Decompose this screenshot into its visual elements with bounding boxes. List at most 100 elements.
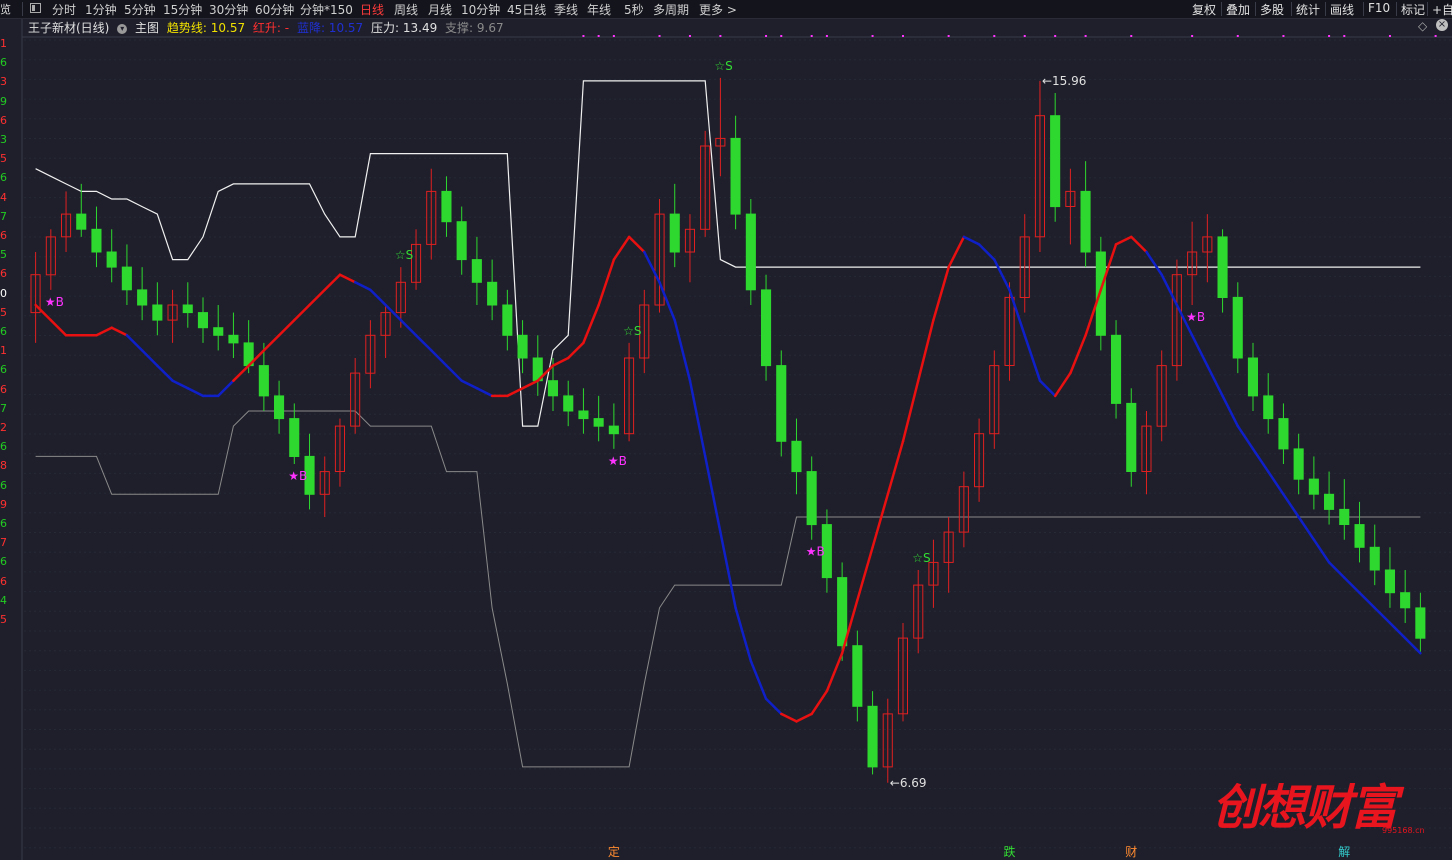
blue-fall-value: 蓝降: 10.57 (296, 21, 364, 35)
period-tab[interactable]: 年线 (587, 1, 611, 18)
trend-line-segment (399, 318, 418, 337)
trend-line-segment (810, 689, 829, 716)
candle-body (121, 266, 132, 291)
support-line (35, 410, 1421, 768)
axis-label: 5 (0, 613, 7, 626)
buy-signal-label: ★B (1186, 310, 1205, 324)
candle-body (1324, 493, 1335, 510)
period-tab[interactable]: 5秒 (624, 1, 644, 18)
overview-icon[interactable]: 览 (0, 1, 14, 16)
top-marker (1023, 35, 1026, 37)
top-marker (1236, 35, 1239, 37)
candle-body (182, 304, 193, 314)
watermark-text: 创想财富 (1212, 780, 1398, 836)
trend-line-segment (1282, 493, 1300, 519)
sell-signal-label: ☆S (714, 59, 732, 73)
toolbar-right-item[interactable]: 标记 (1401, 1, 1425, 18)
candle-body (274, 395, 285, 420)
trend-line-segment (1343, 576, 1361, 594)
trend-line-segment (430, 349, 448, 367)
period-tab[interactable]: 季线 (554, 1, 578, 18)
toolbar-right-item[interactable]: F10 (1368, 1, 1390, 15)
trend-line-segment (749, 659, 768, 700)
toolbar-right-item[interactable]: 复权 (1192, 1, 1216, 18)
stock-title: 王子新材(日线) (28, 21, 110, 35)
period-tab[interactable]: 周线 (394, 1, 418, 18)
trend-line-segment (734, 606, 753, 663)
period-tab[interactable]: 5分钟 (124, 1, 156, 18)
close-icon[interactable]: × (1436, 19, 1448, 31)
bottom-tag: 跌 (1004, 844, 1016, 859)
trend-line-segment (308, 288, 326, 307)
diamond-icon[interactable]: ◇ (1418, 19, 1427, 33)
sell-signal-label: ☆S (395, 248, 413, 262)
trend-line-segment (369, 288, 387, 307)
trend-line-segment (719, 530, 737, 610)
axis-label: 0 (0, 286, 7, 300)
trend-line-segment (1373, 606, 1392, 625)
top-marker (810, 35, 813, 37)
axis-label: 5 (0, 152, 7, 166)
candle-body (471, 259, 482, 283)
main-chart-label[interactable]: 主图 (135, 21, 159, 35)
toolbar-separator (1427, 2, 1428, 16)
top-marker (947, 35, 950, 37)
candle-body (761, 289, 772, 367)
period-tab[interactable]: 15分钟 (163, 1, 202, 18)
candlestick-chart[interactable]: ★B ★B ★B ★B ★B ☆S ☆S ☆S ☆S ←15.96 ←6.69 定 跌 财 解 (0, 0, 1452, 860)
period-tab[interactable]: 更多 > (699, 1, 737, 18)
period-tab[interactable]: 1分钟 (85, 1, 117, 18)
period-tab[interactable]: 分时 (52, 1, 76, 18)
top-marker (597, 35, 600, 37)
trend-line-segment (1206, 364, 1224, 398)
top-marker (1388, 35, 1391, 37)
period-tab[interactable]: 30分钟 (209, 1, 248, 18)
buy-signal-label: ★B (45, 295, 64, 309)
trend-line-segment (1403, 636, 1422, 655)
trend-line-segment (1130, 235, 1148, 254)
axis-label: 7 (0, 209, 7, 223)
trend-line-segment (643, 250, 661, 284)
period-tab[interactable]: 10分钟 (461, 1, 500, 18)
candle-body (197, 312, 208, 329)
price-annotation: ←15.96 (1042, 74, 1086, 88)
candle-body (1263, 395, 1274, 420)
candle-body (669, 213, 680, 253)
period-tab[interactable]: 分钟*150 (300, 1, 353, 18)
period-tab[interactable]: 日线 (360, 1, 384, 18)
top-marker (993, 35, 996, 37)
axis-label: 6 (0, 325, 7, 338)
candle-body (258, 365, 269, 397)
candle-body (1293, 448, 1304, 480)
sidebar-toggle-icon[interactable] (30, 3, 41, 13)
toolbar-separator (22, 2, 23, 16)
trend-line-segment (414, 334, 433, 352)
toolbar-right-item[interactable]: 叠加 (1226, 1, 1250, 18)
trend-line-segment (1266, 470, 1285, 496)
period-tab[interactable]: 月线 (428, 1, 452, 18)
candle-body (91, 228, 102, 253)
trend-line-segment (673, 318, 692, 382)
toolbar-right-item[interactable]: +自 (1432, 1, 1452, 18)
trend-line-segment (521, 379, 540, 390)
top-marker (1054, 35, 1057, 37)
toolbar-right-item[interactable]: 多股 (1260, 1, 1284, 18)
toolbar-right-item[interactable]: 画线 (1330, 1, 1354, 18)
period-tab[interactable]: 60分钟 (255, 1, 294, 18)
top-marker (780, 35, 783, 37)
axis-label: 1 (0, 344, 7, 358)
candle-body (1339, 508, 1350, 525)
period-tab[interactable]: 多周期 (653, 1, 689, 18)
trend-line-segment (612, 235, 631, 261)
axis-label: 5 (0, 248, 7, 262)
top-marker (1434, 35, 1437, 37)
top-marker (582, 35, 585, 37)
trend-line-segment (901, 379, 920, 443)
chevron-down-icon[interactable]: ▾ (117, 24, 128, 34)
bottom-tag: 财 (1125, 845, 1137, 859)
period-tab[interactable]: 45日线 (507, 1, 546, 18)
candle-body (137, 289, 148, 306)
toolbar-right-item[interactable]: 统计 (1296, 1, 1320, 18)
top-marker (1191, 35, 1194, 37)
axis-label: 9 (0, 497, 7, 511)
